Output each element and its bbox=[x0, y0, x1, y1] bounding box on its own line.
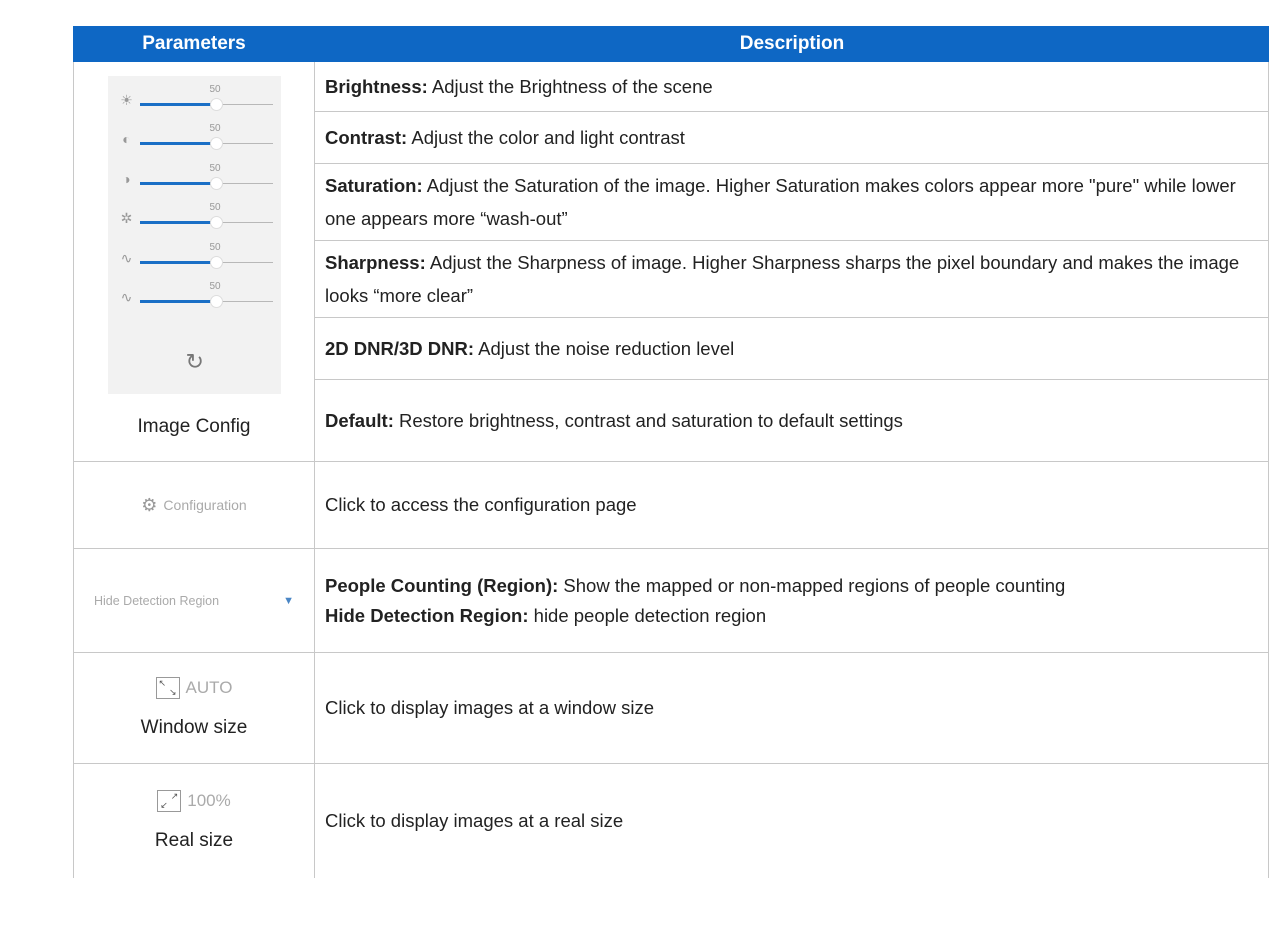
table-header: Parameters Description bbox=[73, 26, 1269, 62]
configuration-desc: Click to access the configuration page bbox=[325, 494, 637, 515]
real-size-label: Real size bbox=[154, 830, 234, 851]
slider-value: 50 bbox=[209, 84, 221, 95]
parameters-table: Parameters Description ☀ 50 ◐ 50 ◑ 50 ✲ … bbox=[73, 26, 1269, 878]
slider-knob[interactable] bbox=[209, 98, 223, 111]
real-size-desc: Click to display images at a real size bbox=[325, 810, 624, 831]
slider-knob[interactable] bbox=[209, 295, 223, 308]
configuration-button[interactable]: ⚙ Configuration bbox=[141, 495, 246, 516]
brightness-slider[interactable]: ☀ 50 bbox=[108, 84, 281, 120]
noise-icon: ∿ bbox=[120, 289, 133, 305]
table-row-configuration: ⚙ Configuration Click to access the conf… bbox=[73, 462, 1269, 549]
sun-icon: ☀ bbox=[120, 92, 133, 108]
image-config-cell: ☀ 50 ◐ 50 ◑ 50 ✲ 50 ∿ 50 ∿ 50 ↻ Image Co… bbox=[73, 62, 315, 461]
slider-value: 50 bbox=[209, 281, 221, 292]
slider-knob[interactable] bbox=[209, 177, 223, 190]
saturation-icon: ◑ bbox=[122, 171, 131, 187]
slider-knob[interactable] bbox=[209, 216, 223, 229]
sharpness-desc: Sharpness: Adjust the Sharpness of image… bbox=[315, 241, 1268, 318]
saturation-slider[interactable]: ◑ 50 bbox=[108, 163, 281, 199]
dnr-icon: ✲ bbox=[120, 210, 133, 226]
region-desc: People Counting (Region): Show the mappe… bbox=[325, 574, 1066, 626]
expand-icon: ↙ ↗ bbox=[157, 790, 182, 812]
image-config-descriptions: Brightness: Adjust the Brightness of the… bbox=[315, 62, 1269, 461]
header-parameters: Parameters bbox=[142, 33, 246, 54]
window-size-desc: Click to display images at a window size bbox=[325, 697, 655, 718]
table-row-image-config: ☀ 50 ◐ 50 ◑ 50 ✲ 50 ∿ 50 ∿ 50 ↻ Image Co… bbox=[73, 62, 1269, 462]
noise-slider[interactable]: ∿ 50 bbox=[108, 281, 281, 317]
slider-value: 50 bbox=[209, 123, 221, 134]
detection-region-dropdown[interactable]: Hide Detection Region ▼ bbox=[94, 594, 294, 608]
slider-value: 50 bbox=[209, 242, 221, 253]
table-row-region: Hide Detection Region ▼ People Counting … bbox=[73, 549, 1269, 653]
auto-zoom-button[interactable]: ↖ ↘ AUTO bbox=[155, 677, 232, 699]
brightness-desc: Brightness: Adjust the Brightness of the… bbox=[315, 62, 1268, 112]
window-size-label: Window size bbox=[140, 717, 248, 738]
dnr-desc: 2D DNR/3D DNR: Adjust the noise reductio… bbox=[315, 318, 1268, 380]
default-desc: Default: Restore brightness, contrast an… bbox=[325, 410, 903, 431]
contrast-slider[interactable]: ◐ 50 bbox=[108, 123, 281, 159]
sharpness-icon: ∿ bbox=[120, 250, 133, 266]
sharpness-slider[interactable]: ∿ 50 bbox=[108, 242, 281, 278]
saturation-desc: Saturation: Adjust the Saturation of the… bbox=[315, 164, 1268, 241]
slider-value: 50 bbox=[209, 202, 221, 213]
gear-icon: ⚙ bbox=[141, 494, 158, 515]
table-row-window-size: ↖ ↘ AUTO Window size Click to display ima… bbox=[73, 653, 1269, 764]
table-row-real-size: ↙ ↗ 100% Real size Click to display image… bbox=[73, 764, 1269, 878]
chevron-down-icon: ▼ bbox=[283, 594, 294, 607]
slider-value: 50 bbox=[209, 163, 221, 174]
image-config-panel: ☀ 50 ◐ 50 ◑ 50 ✲ 50 ∿ 50 ∿ 50 ↻ bbox=[107, 76, 281, 394]
slider-knob[interactable] bbox=[209, 137, 223, 150]
contrast-icon: ◐ bbox=[122, 131, 131, 147]
shrink-icon: ↖ ↘ bbox=[155, 677, 180, 699]
image-config-label: Image Config bbox=[137, 416, 251, 437]
real-size-button[interactable]: ↙ ↗ 100% bbox=[157, 790, 231, 812]
dnr-slider[interactable]: ✲ 50 bbox=[108, 202, 281, 238]
header-description: Description bbox=[739, 33, 845, 54]
reset-icon[interactable]: ↻ bbox=[186, 349, 204, 375]
contrast-desc: Contrast: Adjust the color and light con… bbox=[315, 112, 1268, 164]
slider-knob[interactable] bbox=[209, 256, 223, 269]
